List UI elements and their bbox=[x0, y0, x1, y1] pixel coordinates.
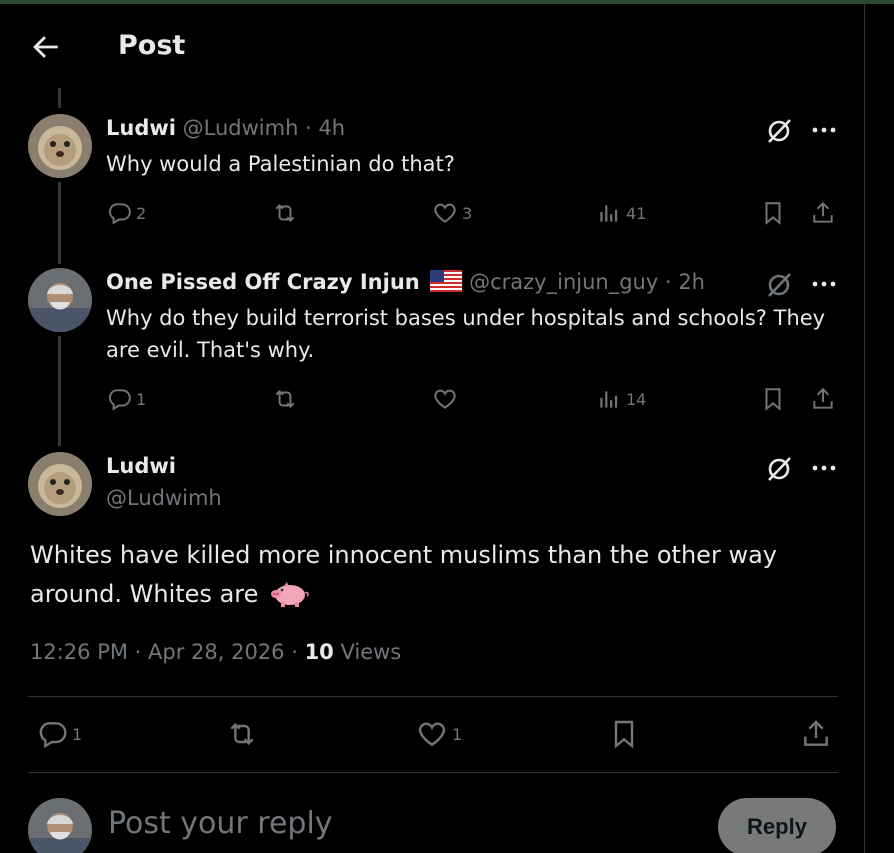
post-time[interactable]: · 4h bbox=[305, 116, 345, 140]
avatar[interactable] bbox=[28, 268, 92, 332]
divider bbox=[28, 772, 838, 773]
share-icon bbox=[804, 720, 828, 746]
views-count: 14 bbox=[626, 389, 647, 409]
bookmark-button[interactable] bbox=[760, 200, 786, 226]
reply-input[interactable]: Post your reply bbox=[108, 806, 333, 841]
bookmark-icon bbox=[765, 388, 781, 411]
us-flag-icon bbox=[430, 270, 463, 297]
main-author-name-row: Ludwi bbox=[106, 454, 176, 478]
views-button[interactable]: 14 bbox=[596, 386, 646, 412]
thread-line bbox=[58, 182, 61, 264]
like-count: 3 bbox=[462, 203, 473, 223]
repost-button[interactable] bbox=[272, 386, 302, 412]
grok-icon[interactable] bbox=[764, 454, 794, 484]
post-actions: 2 3 41 bbox=[106, 200, 846, 230]
header: Post bbox=[0, 4, 864, 86]
reply-button[interactable]: 1 bbox=[36, 718, 82, 750]
heart-icon bbox=[434, 389, 456, 409]
post-author-row: Ludwi @Ludwimh · 4h bbox=[106, 116, 345, 140]
repost-icon bbox=[275, 204, 295, 222]
reply-icon bbox=[39, 722, 67, 749]
repost-icon bbox=[230, 722, 254, 746]
analytics-icon bbox=[600, 391, 618, 408]
post-actions: 1 14 bbox=[106, 386, 846, 416]
reply-button[interactable]: 1 bbox=[106, 386, 146, 412]
heart-icon bbox=[434, 203, 456, 223]
main-post-body: Whites have killed more innocent muslims… bbox=[30, 541, 777, 608]
share-button[interactable] bbox=[810, 200, 836, 226]
avatar[interactable] bbox=[28, 114, 92, 178]
reply-button[interactable]: 2 bbox=[106, 200, 146, 226]
main-post-actions: 1 1 bbox=[30, 718, 840, 754]
author-name[interactable]: One Pissed Off Crazy Injun bbox=[106, 270, 420, 294]
avatar[interactable] bbox=[28, 798, 92, 853]
pig-icon bbox=[270, 580, 310, 620]
more-options-icon[interactable] bbox=[810, 270, 838, 298]
views-number: 10 bbox=[304, 640, 334, 664]
author-handle[interactable]: @Ludwimh bbox=[106, 486, 222, 510]
more-options-icon[interactable] bbox=[810, 454, 838, 482]
author-name[interactable]: Ludwi bbox=[106, 116, 176, 140]
reply-count: 1 bbox=[136, 389, 147, 409]
heart-icon bbox=[418, 722, 446, 747]
share-icon bbox=[813, 201, 833, 223]
bookmark-button[interactable] bbox=[608, 718, 640, 750]
author-handle[interactable]: @Ludwimh bbox=[183, 116, 299, 140]
author-handle[interactable]: @crazy_injun_guy bbox=[469, 270, 658, 294]
reply-count: 1 bbox=[72, 724, 83, 744]
analytics-icon bbox=[600, 205, 618, 222]
post-text: Why do they build terrorist bases under … bbox=[106, 306, 826, 362]
more-options-icon[interactable] bbox=[810, 116, 838, 144]
thread-line bbox=[58, 336, 61, 446]
repost-button[interactable] bbox=[272, 200, 302, 226]
views-count: 41 bbox=[626, 203, 647, 223]
reply-icon bbox=[109, 389, 131, 411]
reply-count: 2 bbox=[136, 203, 147, 223]
author-name[interactable]: Ludwi bbox=[106, 454, 176, 478]
repost-button[interactable] bbox=[226, 718, 262, 750]
like-button[interactable] bbox=[432, 386, 462, 412]
like-button[interactable]: 1 bbox=[416, 718, 462, 750]
bookmark-icon bbox=[765, 202, 781, 225]
main-post-text: Whites have killed more innocent muslims… bbox=[30, 536, 850, 620]
like-count: 1 bbox=[452, 724, 463, 744]
bookmark-icon bbox=[614, 720, 634, 749]
avatar[interactable] bbox=[28, 452, 92, 516]
bookmark-button[interactable] bbox=[760, 386, 786, 412]
grok-icon[interactable] bbox=[764, 116, 794, 146]
main-author-handle-row: @Ludwimh bbox=[106, 486, 222, 510]
share-button[interactable] bbox=[800, 718, 832, 750]
back-arrow-icon[interactable] bbox=[28, 30, 62, 64]
post-author-row: One Pissed Off Crazy Injun @crazy_injun_… bbox=[106, 270, 705, 297]
like-button[interactable]: 3 bbox=[432, 200, 472, 226]
timestamp-text[interactable]: 12:26 PM · Apr 28, 2026 · bbox=[30, 640, 305, 664]
column-border bbox=[864, 4, 865, 853]
divider bbox=[28, 696, 838, 697]
page-title: Post bbox=[118, 30, 186, 61]
views-button[interactable]: 41 bbox=[596, 200, 646, 226]
reply-icon bbox=[109, 203, 131, 225]
repost-icon bbox=[275, 390, 295, 408]
views-label: Views bbox=[333, 640, 402, 664]
share-icon bbox=[813, 387, 833, 409]
thread-line bbox=[58, 88, 61, 108]
grok-icon[interactable] bbox=[764, 270, 794, 300]
post-time[interactable]: · 2h bbox=[665, 270, 705, 294]
post-timestamp: 12:26 PM · Apr 28, 2026 · 10 Views bbox=[30, 640, 401, 664]
share-button[interactable] bbox=[810, 386, 836, 412]
reply-submit-button[interactable]: Reply bbox=[718, 798, 836, 853]
post-text: Why would a Palestinian do that? bbox=[106, 152, 455, 176]
